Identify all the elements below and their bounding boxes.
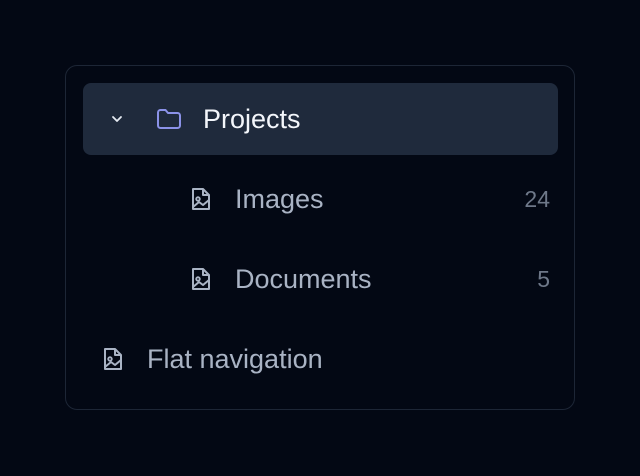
item-count-badge: 5 <box>537 266 550 292</box>
tree-item-label: Flat navigation <box>147 344 323 374</box>
tree-item-label: Projects <box>203 104 301 134</box>
chevron-down-icon[interactable] <box>109 111 125 127</box>
tree-item-documents[interactable]: Documents 5 <box>83 243 558 315</box>
tree-item-label: Documents <box>235 264 372 294</box>
tree-navigation-panel: Projects Images 24 Documents 5 Flat navi… <box>65 65 575 410</box>
tree-item-flat-navigation[interactable]: Flat navigation <box>83 323 558 395</box>
file-image-icon <box>104 348 122 370</box>
folder-icon <box>157 109 181 129</box>
tree-item-projects[interactable]: Projects <box>83 83 558 155</box>
file-image-icon <box>192 268 210 290</box>
tree-item-images[interactable]: Images 24 <box>83 163 558 235</box>
item-count-badge: 24 <box>524 186 550 212</box>
tree-item-label: Images <box>235 184 324 214</box>
file-image-icon <box>192 188 210 210</box>
